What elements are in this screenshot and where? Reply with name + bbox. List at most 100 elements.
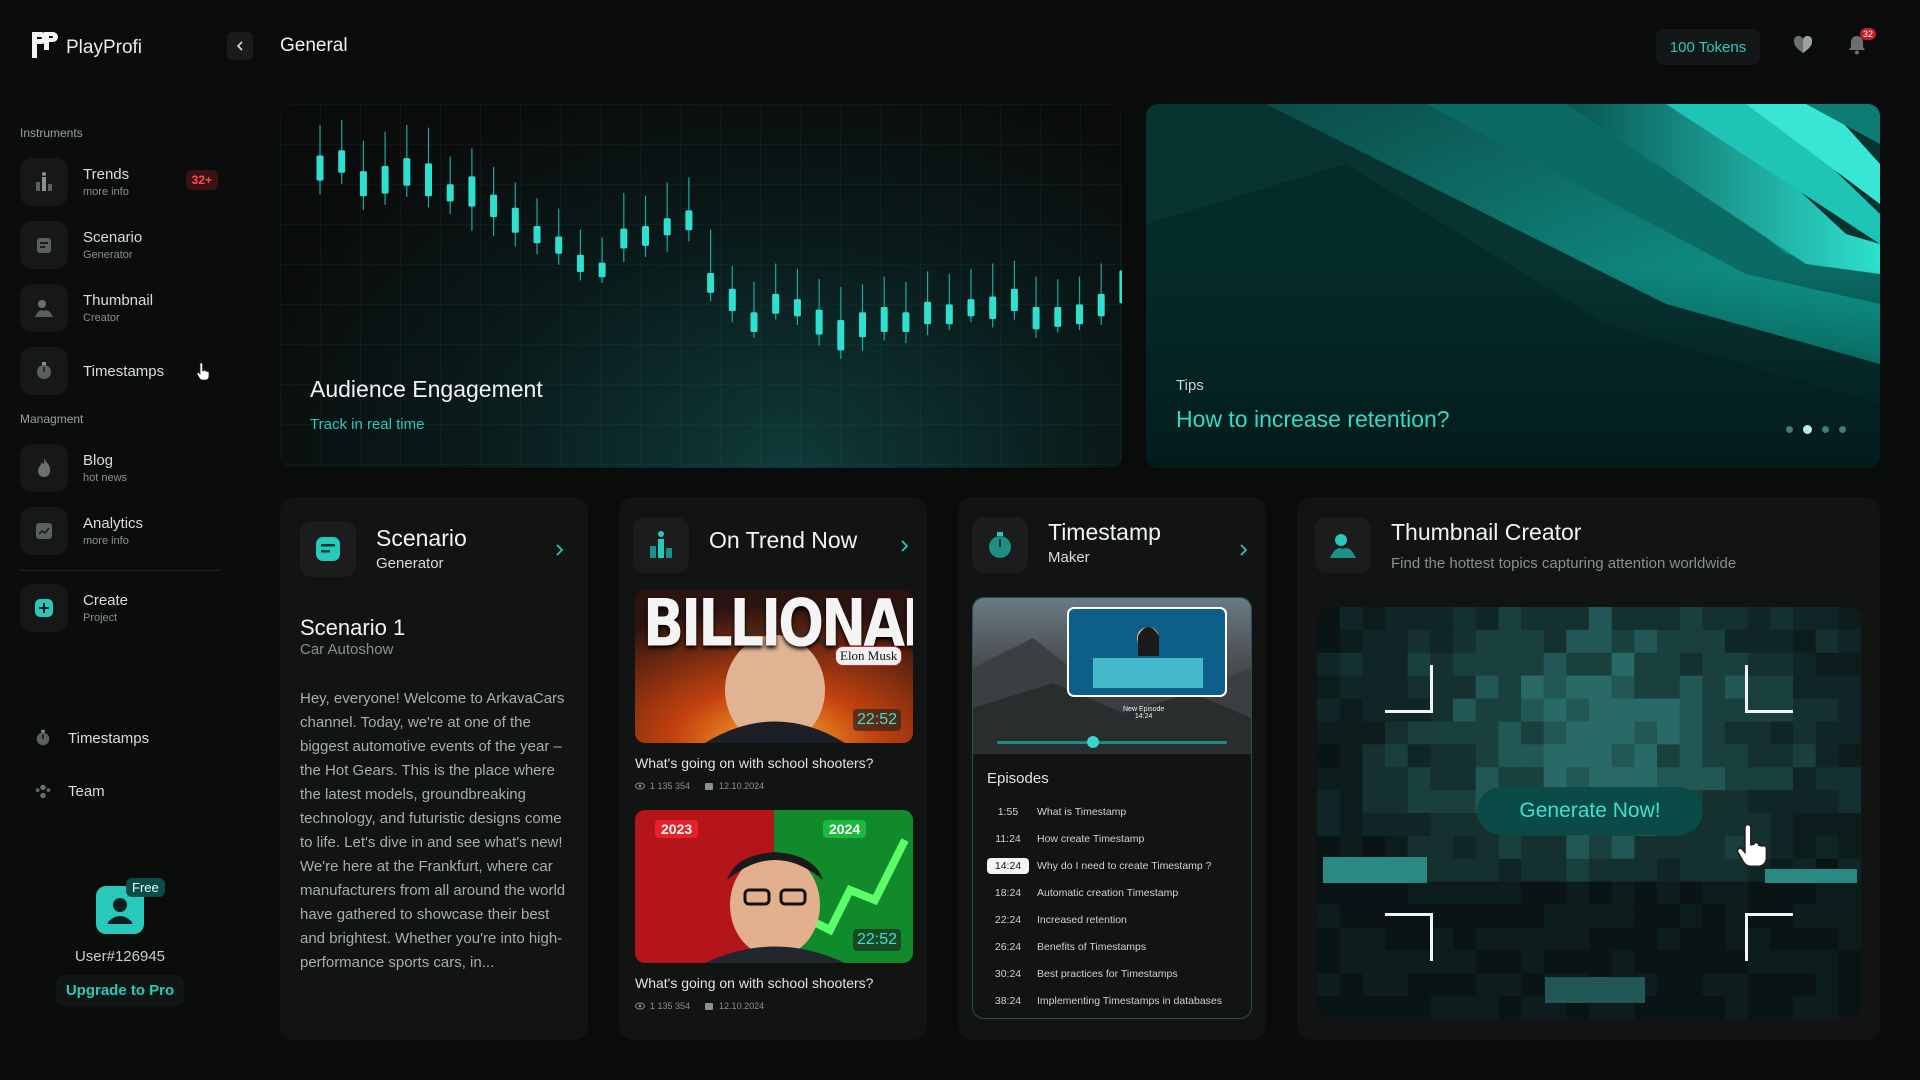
mosaic-tile [1747,767,1771,791]
chevron-left-icon [236,41,243,51]
mosaic-tile [1838,881,1861,906]
engagement-track-link[interactable]: Track in real time [310,416,424,433]
video-thumbnail[interactable]: BILLIONAIRE Elon Musk 22:52 [635,590,913,743]
video-preview[interactable]: New Episode 14:24 [973,598,1251,754]
mosaic-tile [1702,996,1726,1019]
avatar[interactable]: Free [96,878,165,934]
tips-banner[interactable]: Tips How to increase retention? [1146,104,1880,468]
tips-title-link[interactable]: How to increase retention? [1176,406,1450,433]
sidebar-item-timestamps[interactable]: Timestamps [20,345,220,397]
mosaic-tile [1475,744,1499,768]
tokens-button[interactable]: 100 Tokens [1656,29,1760,65]
sidebar-bottom-team[interactable]: Team [34,782,105,800]
sidebar: PlayProfi Instruments Trends more info 3… [0,0,240,1080]
sidebar-item-scenario[interactable]: Scenario Generator [20,219,220,271]
mosaic-tile [1430,996,1454,1019]
video-date: 12.10.2024 [719,1001,765,1011]
episode-row[interactable]: 18:24 Automatic creation Timestamp [987,879,1245,906]
video-title[interactable]: What's going on with school shooters? [635,755,873,771]
timeline-scrubber[interactable] [1087,736,1099,748]
candle [837,286,845,359]
mosaic-tile [1475,698,1499,722]
notifications-button[interactable]: 32 [1846,28,1877,58]
mosaic-tile [1815,881,1839,906]
mosaic-tile [1385,973,1409,997]
section-label-instruments: Instruments [20,126,83,140]
mosaic-tile [1838,607,1861,631]
carousel-dot[interactable] [1786,426,1793,433]
mosaic-tile [1362,698,1386,722]
sidebar-item-trends[interactable]: Trends more info 32+ [20,156,220,208]
video-title[interactable]: What's going on with school shooters? [635,975,873,991]
sidebar-item-sublabel: hot news [83,472,128,484]
carousel-dot[interactable] [1839,426,1846,433]
mosaic-tile [1362,881,1386,906]
mosaic-tile [1611,927,1635,951]
mosaic-tile [1793,698,1817,722]
mosaic-tile [1453,813,1477,837]
episode-row[interactable]: 22:24 Increased retention [987,906,1245,933]
mosaic-tile [1793,835,1817,860]
stopwatch-icon [20,347,68,395]
thumbnail-canvas[interactable]: Generate Now! [1317,607,1861,1019]
crop-corner-top-left[interactable] [1385,665,1433,713]
sidebar-item-sublabel: Generator [83,249,133,261]
episode-row[interactable]: 1:55 What is Timestamp [987,798,1245,825]
video-views: 1 135 354 [650,781,691,791]
mosaic-tile [1657,996,1681,1019]
audience-engagement-panel[interactable]: Audience Engagement Track in real time [280,104,1122,468]
episode-row[interactable]: 26:24 Benefits of Timestamps [987,933,1245,960]
timeline-track[interactable] [997,741,1227,744]
chevron-right-icon[interactable] [553,544,565,556]
episode-label: Best practices for Timestamps [1037,967,1178,980]
mosaic-tile [1702,629,1726,654]
mosaic-tile [1339,790,1363,814]
episode-row[interactable]: 14:24 Why do I need to create Timestamp ? [987,852,1245,879]
mosaic-tile [1543,858,1567,883]
mosaic-tile [1317,675,1341,700]
episode-row[interactable]: 30:24 Best practices for Timestamps [987,960,1245,987]
video-thumbnail[interactable]: 2023 2024 22:52 [635,810,913,963]
sidebar-item-analytics[interactable]: Analytics more info [20,505,220,557]
mosaic-tile [1453,950,1477,974]
mosaic-tile [1339,835,1363,860]
mosaic-tile [1453,675,1477,700]
favorites-button[interactable] [1792,34,1816,58]
crop-corner-top-right[interactable] [1745,665,1793,713]
chevron-right-icon[interactable] [898,540,910,552]
carousel-dot[interactable] [1822,426,1829,433]
mosaic-tile [1430,721,1454,745]
mosaic-tile [1679,881,1703,906]
crop-corner-bottom-right[interactable] [1745,913,1793,961]
carousel-dot-active[interactable] [1803,425,1812,434]
mosaic-tile [1838,927,1861,951]
chevron-right-icon[interactable] [1237,544,1249,556]
sidebar-item-thumbnail[interactable]: Thumbnail Creator [20,282,220,334]
mosaic-tile [1407,996,1431,1019]
upgrade-button[interactable]: Upgrade to Pro [55,975,185,1006]
sidebar-item-blog[interactable]: Blog hot news [20,442,220,494]
generate-now-button[interactable]: Generate Now! [1477,787,1703,835]
sidebar-item-label: Scenario [83,229,143,246]
candle [338,119,346,184]
sidebar-item-create-project[interactable]: Create Project [20,582,220,634]
mosaic-tile [1725,996,1749,1019]
candle [403,125,411,197]
mosaic-tile [1317,881,1341,906]
logo[interactable]: PlayProfi [30,30,142,60]
mosaic-tile [1543,652,1567,677]
mosaic-tile [1543,629,1567,654]
collapse-sidebar-button[interactable] [227,32,253,60]
candle [1010,260,1018,320]
sidebar-bottom-timestamps[interactable]: Timestamps [34,729,149,747]
mosaic-tile [1430,629,1454,654]
episode-row[interactable]: 38:24 Implementing Timestamps in database… [987,987,1245,1014]
mosaic-tile [1589,835,1613,860]
mosaic-tile [1339,698,1363,722]
mosaic-tile [1475,858,1499,883]
mosaic-tile [1815,996,1839,1019]
crop-corner-bottom-left[interactable] [1385,913,1433,961]
mosaic-tile [1543,904,1567,928]
analytics-icon [20,507,68,555]
episode-row[interactable]: 11:24 How create Timestamp [987,825,1245,852]
